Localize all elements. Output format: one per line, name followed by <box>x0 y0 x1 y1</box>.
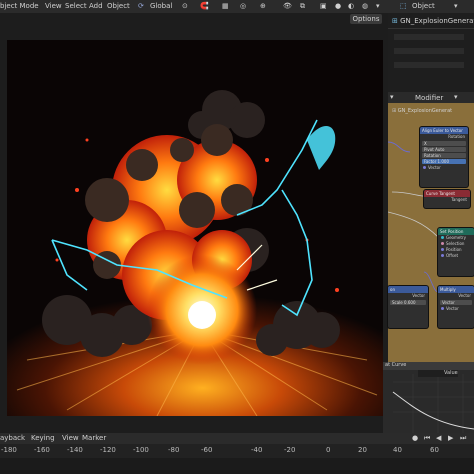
transform-orientation-dropdown[interactable]: Global <box>150 2 172 10</box>
outliner-row <box>394 48 464 54</box>
node-input: Vector <box>438 306 474 312</box>
socket-icon[interactable] <box>423 166 426 169</box>
tick-label: 60 <box>430 446 439 454</box>
socket-icon[interactable] <box>441 242 444 245</box>
tick-label: -80 <box>168 446 180 454</box>
node-editor-mode-label[interactable]: Modifier <box>415 94 443 102</box>
tick-label: 0 <box>326 446 331 454</box>
pivot-field[interactable]: Pivot Auto <box>422 147 466 152</box>
explosion-render <box>7 40 383 416</box>
tick-label: -140 <box>67 446 83 454</box>
proportional-icon[interactable]: ◎ <box>240 2 246 10</box>
editor-type-icon[interactable]: ▾ <box>454 2 458 10</box>
float-curve-header: at Curve <box>383 362 474 370</box>
timeline-ruler[interactable]: -180 -160 -140 -120 -100 -80 -60 -40 -20… <box>0 446 474 456</box>
jump-start-icon[interactable]: ⏮ <box>424 434 430 443</box>
menu-view[interactable]: View <box>45 2 62 10</box>
outliner-row <box>394 34 464 40</box>
shading-solid-icon[interactable]: ● <box>335 2 341 10</box>
node-tree-icon: ⊞ <box>392 17 401 25</box>
menu-select[interactable]: Select <box>65 2 87 10</box>
outliner-row <box>394 62 464 68</box>
tick-label: -60 <box>201 446 213 454</box>
marker-menu[interactable]: Marker <box>82 434 106 442</box>
node-output: Tangent <box>451 197 467 202</box>
xray-icon[interactable]: ▣ <box>320 2 327 10</box>
socket-icon[interactable] <box>441 248 444 251</box>
transform-orientation-icon[interactable]: ⟳ <box>138 2 144 10</box>
timeline-tracks[interactable] <box>0 458 474 474</box>
tick-label: 20 <box>358 446 367 454</box>
tick-label: -120 <box>100 446 116 454</box>
tick-label: -40 <box>251 446 263 454</box>
rotation-field[interactable]: Rotation <box>422 153 466 158</box>
node-output: Rotation <box>448 134 465 139</box>
scale-field[interactable]: Scale 0.600 <box>390 300 426 305</box>
node-title: Multiply <box>438 286 474 293</box>
node-title: Set Position <box>438 228 474 235</box>
viewport[interactable] <box>7 40 383 416</box>
shading-rendered-icon[interactable]: ◍ <box>362 2 368 10</box>
node-input: Vector <box>420 165 468 171</box>
overlay-icon[interactable]: ⊕ <box>260 2 266 10</box>
shading-material-icon[interactable]: ◐ <box>348 2 354 10</box>
menu-object[interactable]: Object <box>107 2 130 10</box>
node-output: Vector <box>412 293 425 298</box>
gizmo-icon[interactable]: ⧉ <box>300 2 305 11</box>
object-mode-icon: ⬚ <box>400 2 407 10</box>
socket-icon[interactable] <box>441 254 444 257</box>
node-editor-header: ▾ Modifier ▾ <box>388 92 474 103</box>
multiply-mode[interactable]: Vector <box>440 300 472 305</box>
tick-label: -100 <box>133 446 149 454</box>
pivot-icon[interactable]: ⊙ <box>182 2 188 10</box>
playback-menu[interactable]: ayback <box>0 434 25 442</box>
view-menu[interactable]: View <box>62 434 79 442</box>
node-tree-selector[interactable]: ⊞ GN_ExplosionGenerat <box>392 108 470 114</box>
snap-target-icon[interactable]: ▦ <box>222 2 229 10</box>
socket-icon[interactable] <box>441 307 444 310</box>
node-input: Offset <box>438 253 474 259</box>
record-icon[interactable]: ● <box>412 434 418 442</box>
shading-dropdown-icon[interactable]: ▾ <box>376 2 380 10</box>
node-title: on <box>388 286 428 293</box>
factor-field[interactable]: Factor 1.000 <box>422 159 466 164</box>
node-vector-scale[interactable]: on Vector Scale 0.600 <box>388 286 428 328</box>
node-output: Vector <box>458 293 471 298</box>
divider <box>388 28 474 29</box>
expand-icon[interactable]: ▾ <box>454 93 458 101</box>
right-mode-dropdown[interactable]: Object <box>412 2 435 10</box>
menu-add[interactable]: Add <box>89 2 103 10</box>
axis-x[interactable]: X <box>422 141 466 146</box>
tick-label: -20 <box>284 446 296 454</box>
visibility-icon[interactable]: 👁 <box>283 2 292 10</box>
value-socket[interactable]: Value <box>418 370 458 377</box>
curve-title: at Curve <box>385 362 407 368</box>
tick-label: 40 <box>393 446 402 454</box>
view-menu-icon[interactable]: ▾ <box>390 93 394 101</box>
socket-icon[interactable] <box>441 236 444 239</box>
jump-end-icon[interactable]: ⏭ <box>460 434 466 443</box>
node-multiply[interactable]: Multiply Vector Vector Vector <box>438 286 474 328</box>
tick-label: -160 <box>34 446 50 454</box>
timeline-header: ayback Keying View Marker ● ⏮ ◀ ▶ ⏭ <box>0 433 474 444</box>
mode-dropdown[interactable]: bject Mode <box>0 2 39 10</box>
node-title: Align Euler to Vector <box>420 127 468 134</box>
node-title: Curve Tangent <box>424 190 470 197</box>
viewport-header: bject Mode View Select Add Object ⟳ Glob… <box>0 0 474 13</box>
node-set-position[interactable]: Set Position Geometry Selection Position… <box>438 228 474 276</box>
tick-label: -180 <box>1 446 17 454</box>
keying-menu[interactable]: Keying <box>31 434 55 442</box>
snap-icon[interactable]: 🧲 <box>200 2 209 10</box>
options-button[interactable]: Options <box>350 14 382 24</box>
outliner-item[interactable]: ⊞ GN_ExplosionGenerator <box>392 17 474 25</box>
node-curve-tangent[interactable]: Curve Tangent Tangent <box>424 190 470 208</box>
play-icon[interactable]: ▶ <box>448 434 453 442</box>
node-align-euler[interactable]: Align Euler to Vector Rotation X Pivot A… <box>420 127 468 187</box>
play-reverse-icon[interactable]: ◀ <box>436 434 441 442</box>
